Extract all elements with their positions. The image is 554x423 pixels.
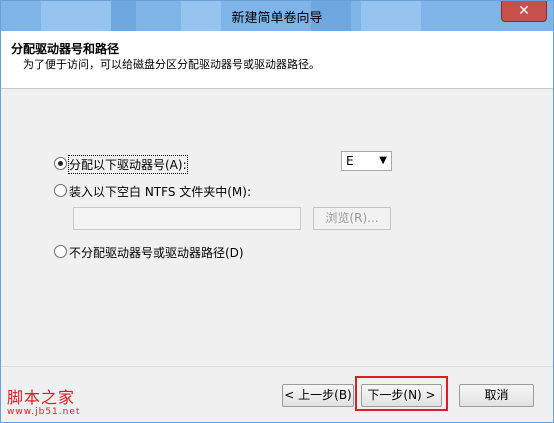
watermark-logo: 脚本之家 bbox=[7, 388, 76, 407]
mount-folder-label[interactable]: 装入以下空白 NTFS 文件夹中(M): bbox=[69, 183, 251, 200]
no-assign-label[interactable]: 不分配驱动器号或驱动器路径(D) bbox=[69, 244, 244, 261]
assign-letter-label[interactable]: 分配以下驱动器号(A): bbox=[68, 155, 188, 174]
next-button[interactable]: 下一步(N) > bbox=[361, 384, 442, 407]
drive-letter-value: E bbox=[346, 154, 354, 168]
drive-letter-select[interactable]: E ▼ bbox=[341, 151, 392, 171]
wizard-window: 新建简单卷向导 ✕ 分配驱动器号和路径 为了便于访问，可以给磁盘分区分配驱动器号… bbox=[0, 0, 554, 423]
wizard-header: 分配驱动器号和路径 为了便于访问，可以给磁盘分区分配驱动器号或驱动器路径。 bbox=[1, 31, 553, 89]
title-bar[interactable]: 新建简单卷向导 ✕ bbox=[1, 1, 553, 31]
assign-letter-radio[interactable] bbox=[54, 157, 67, 170]
browse-button[interactable]: 浏览(R)... bbox=[313, 207, 391, 230]
site-watermark: 脚本之家 www.jb51.net bbox=[7, 384, 80, 417]
page-title: 分配驱动器号和路径 bbox=[11, 42, 120, 56]
wizard-footer: 脚本之家 www.jb51.net < 上一步(B) 下一步(N) > 取消 bbox=[1, 366, 553, 422]
close-icon: ✕ bbox=[518, 3, 530, 19]
window-title: 新建简单卷向导 bbox=[231, 11, 323, 26]
close-button[interactable]: ✕ bbox=[501, 1, 547, 22]
wizard-content: 分配以下驱动器号(A): E ▼ 装入以下空白 NTFS 文件夹中(M): 浏览… bbox=[1, 90, 553, 366]
watermark-url: www.jb51.net bbox=[7, 407, 81, 417]
folder-path-input[interactable] bbox=[73, 207, 301, 230]
no-assign-radio[interactable] bbox=[54, 245, 67, 258]
mount-folder-radio[interactable] bbox=[54, 184, 67, 197]
page-subtitle: 为了便于访问，可以给磁盘分区分配驱动器号或驱动器路径。 bbox=[23, 58, 320, 71]
cancel-button[interactable]: 取消 bbox=[459, 384, 534, 407]
back-button[interactable]: < 上一步(B) bbox=[282, 384, 354, 407]
chevron-down-icon: ▼ bbox=[379, 155, 387, 166]
